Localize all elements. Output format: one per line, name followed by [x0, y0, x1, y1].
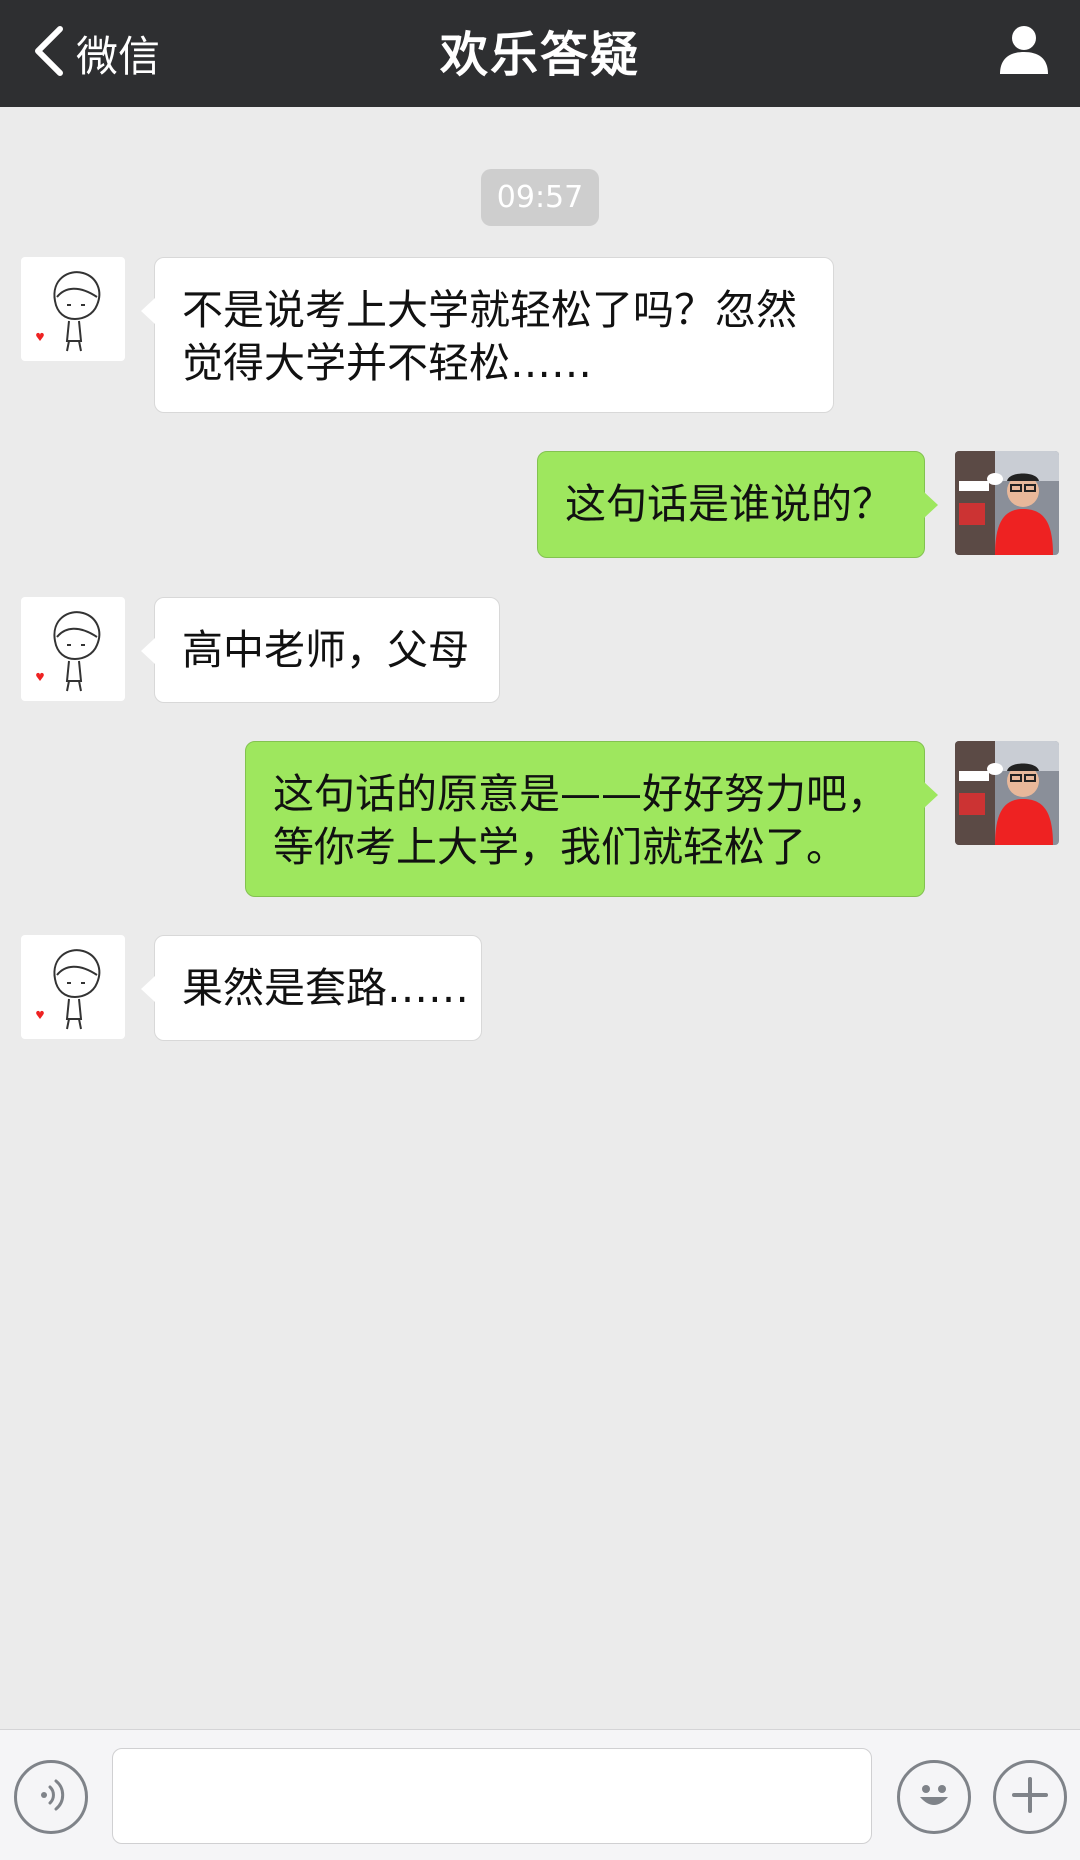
message-list[interactable]: 09:57 不是说考上大学就轻松了吗？忽然 觉得大学并不轻松…… 这句话是谁说的… — [0, 107, 1080, 1729]
avatar-contact[interactable] — [21, 597, 125, 701]
message-text-line: 高中老师，父母 — [182, 626, 469, 674]
emoji-icon — [910, 1771, 958, 1823]
plus-icon — [1006, 1771, 1054, 1823]
chat-screen: 微信 欢乐答疑 09:57 不是说考上大学就轻松了吗？忽然 觉得大学并不轻松……… — [0, 0, 1080, 1860]
person-icon — [996, 26, 1052, 82]
message-text-line: 不是说考上大学就轻松了吗？忽然 — [182, 286, 797, 334]
message-text-line: 这句话的原意是——好好努力吧， — [273, 770, 888, 818]
message-bubble: 不是说考上大学就轻松了吗？忽然 觉得大学并不轻松…… — [141, 257, 834, 413]
message-input[interactable] — [112, 1748, 872, 1844]
more-button[interactable] — [993, 1760, 1067, 1834]
profile-button[interactable] — [996, 22, 1052, 78]
navbar: 微信 欢乐答疑 — [0, 0, 1080, 107]
message-bubble: 高中老师，父母 — [141, 597, 500, 703]
timestamp: 09:57 — [481, 169, 599, 226]
message-text-line: 果然是套路…… — [182, 964, 469, 1012]
message-text-line: 等你考上大学，我们就轻松了。 — [273, 823, 847, 871]
page-title: 欢乐答疑 — [439, 27, 640, 83]
avatar-self[interactable] — [955, 741, 1059, 845]
message-text-line: 觉得大学并不轻松…… — [182, 339, 592, 387]
avatar-self[interactable] — [955, 451, 1059, 555]
message-bubble: 这句话的原意是——好好努力吧， 等你考上大学，我们就轻松了。 — [245, 741, 938, 897]
avatar-contact[interactable] — [21, 257, 125, 361]
message-text-line: 这句话是谁说的？ — [565, 480, 893, 528]
message-bubble: 这句话是谁说的？ — [537, 451, 938, 558]
input-bar — [0, 1729, 1080, 1860]
voice-icon — [27, 1771, 75, 1823]
emoji-button[interactable] — [897, 1760, 971, 1834]
avatar-contact[interactable] — [21, 935, 125, 1039]
voice-button[interactable] — [14, 1760, 88, 1834]
message-bubble: 果然是套路…… — [141, 935, 482, 1041]
